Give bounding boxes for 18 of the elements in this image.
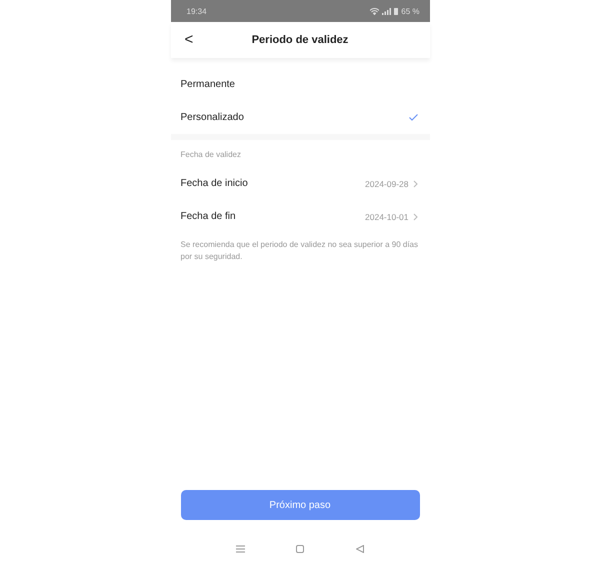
date-row[interactable]: Fecha de inicio 2024-09-28 (170, 167, 430, 200)
page-title: Periodo de validez (252, 34, 348, 46)
back-button[interactable]: < (180, 31, 198, 48)
battery-icon (394, 7, 398, 15)
back-icon[interactable] (356, 545, 364, 553)
option-row[interactable]: Personalizado (170, 101, 430, 134)
battery-percent: 65 % (401, 6, 420, 16)
status-time: 19:34 (186, 6, 207, 16)
home-icon[interactable] (296, 545, 304, 553)
chevron-icon (412, 180, 418, 188)
option-row[interactable]: Permanente (170, 68, 430, 101)
date-row[interactable]: Fecha de fin 2024-10-01 (170, 200, 430, 233)
menu-icon[interactable] (236, 545, 246, 553)
section-title: Fecha de validez (180, 149, 242, 161)
note-text: Se recomienda que el periodo de validez no sea superior a 90 días por su seguridad. (180, 239, 419, 263)
wifi-icon (370, 8, 380, 14)
signal-icon (382, 8, 392, 14)
chevron-icon (412, 212, 418, 220)
